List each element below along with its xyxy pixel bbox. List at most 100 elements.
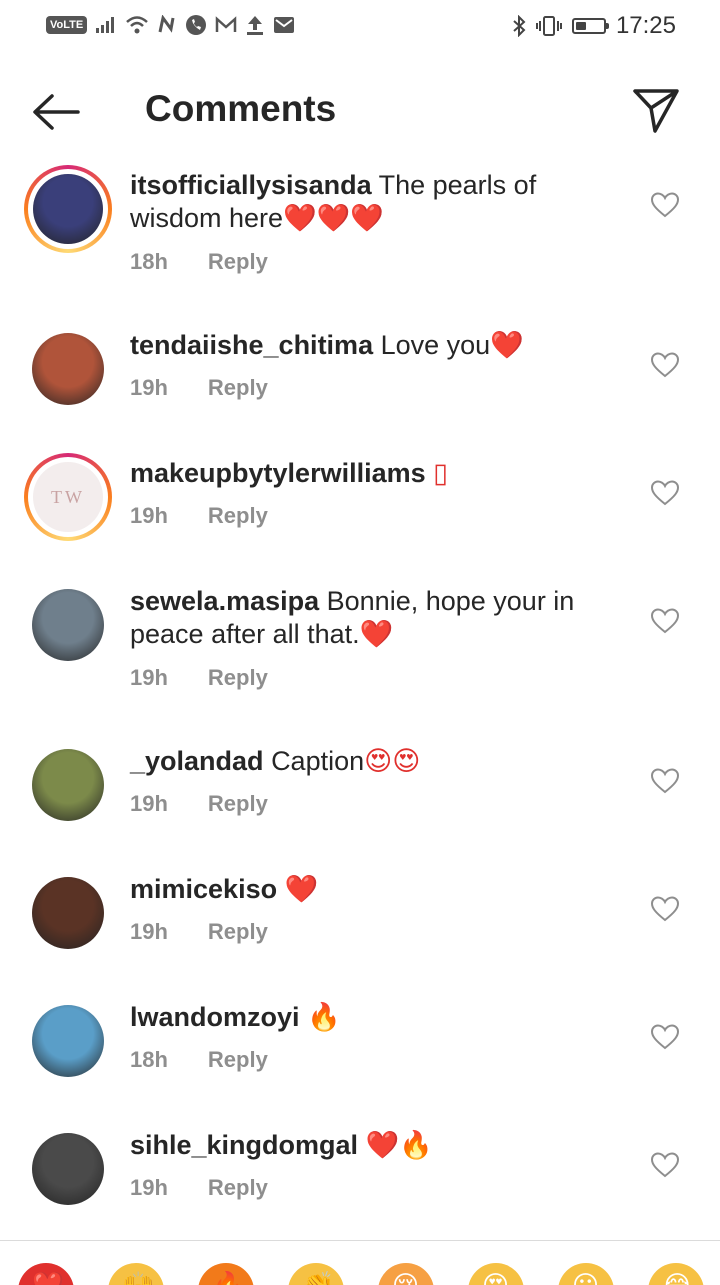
emoji-reaction-button[interactable]: ❤️ <box>18 1263 74 1285</box>
comment-emoji: ❤️ <box>284 874 319 905</box>
clock: 17:25 <box>615 12 676 39</box>
reply-button[interactable]: Reply <box>208 503 268 529</box>
avatar-image <box>32 589 104 661</box>
comment-username[interactable]: mimicekiso <box>130 874 277 904</box>
comment-meta: 18h Reply <box>130 249 268 275</box>
reply-button[interactable]: Reply <box>208 249 268 275</box>
comment-username[interactable]: _yolandad <box>130 746 264 776</box>
comment-emoji: ❤️🔥 <box>365 1130 433 1161</box>
avatar-logo-text: TW <box>51 486 85 507</box>
comment-username[interactable]: makeupbytylerwilliams <box>130 458 426 488</box>
heart-icon[interactable] <box>650 895 680 923</box>
battery-level <box>575 22 586 30</box>
heart-icon[interactable] <box>650 767 680 795</box>
comment-meta: 19h Reply <box>130 503 268 529</box>
bluetooth-icon <box>513 15 526 37</box>
comment-username[interactable]: sihle_kingdomgal <box>130 1130 358 1160</box>
comment-timestamp: 19h <box>130 503 168 528</box>
emoji-reaction-button[interactable]: 🔥 <box>198 1263 254 1285</box>
comment-timestamp: 19h <box>130 791 168 816</box>
comment-username[interactable]: sewela.masipa <box>130 586 319 616</box>
comment-timestamp: 19h <box>130 919 168 944</box>
reply-button[interactable]: Reply <box>208 1047 268 1073</box>
comment-text: makeupbytylerwilliams ▯ <box>130 457 600 490</box>
vibrate-icon <box>535 16 562 36</box>
emoji-reaction-button[interactable]: 👏 <box>288 1263 344 1285</box>
emoji-reaction-button[interactable]: 😮 <box>558 1263 614 1285</box>
reply-button[interactable]: Reply <box>208 665 268 691</box>
comment-text: _yolandad Caption😍😍 <box>130 745 600 778</box>
avatar[interactable] <box>24 165 112 253</box>
comment-emoji: 🔥 <box>307 1002 341 1033</box>
back-arrow-icon[interactable] <box>30 90 82 134</box>
comment-meta: 18h Reply <box>130 1047 268 1073</box>
signal-icon <box>96 17 115 33</box>
emoji-glyph: 👏 <box>302 1271 334 1285</box>
paper-plane-icon[interactable] <box>630 86 682 136</box>
avatar-image <box>32 333 104 405</box>
upload-icon <box>247 16 264 35</box>
status-bar: VoLTE 17:25 <box>0 0 720 54</box>
heart-icon[interactable] <box>650 191 680 219</box>
avatar[interactable] <box>24 581 112 669</box>
heart-icon[interactable] <box>650 1151 680 1179</box>
reply-button[interactable]: Reply <box>208 919 268 945</box>
avatar-image <box>32 1133 104 1205</box>
comment-meta: 19h Reply <box>130 791 268 817</box>
n-icon <box>158 15 175 33</box>
emoji-glyph: 😂 <box>662 1271 692 1285</box>
heart-icon[interactable] <box>650 607 680 635</box>
comment-row: sihle_kingdomgal ❤️🔥 19h Reply <box>0 1125 720 1245</box>
avatar[interactable] <box>24 325 112 413</box>
emoji-glyph: 😍 <box>482 1271 509 1285</box>
comment-timestamp: 18h <box>130 1047 168 1072</box>
emoji-reaction-button[interactable]: 😂 <box>648 1263 704 1285</box>
avatar-image <box>33 174 103 244</box>
comment-meta: 19h Reply <box>130 919 268 945</box>
comment-row: mimicekiso ❤️ 19h Reply <box>0 869 720 989</box>
comment-username[interactable]: itsofficiallysisanda <box>130 170 372 200</box>
comment-text: mimicekiso ❤️ <box>130 873 600 906</box>
comment-row: itsofficiallysisanda The pearls of wisdo… <box>0 165 720 285</box>
avatar[interactable] <box>24 1125 112 1213</box>
wifi-icon <box>126 16 149 34</box>
emoji-reaction-bar: ❤️ 🙌 🔥 👏 😢 😍 😮 😂 <box>0 1240 720 1285</box>
emoji-glyph: 😢 <box>392 1271 419 1285</box>
avatar-image <box>32 749 104 821</box>
comment-row: lwandomzoyi 🔥 18h Reply <box>0 997 720 1117</box>
emoji-glyph: ❤️ <box>32 1271 64 1285</box>
emoji-reaction-button[interactable]: 😢 <box>378 1263 434 1285</box>
comment-row: sewela.masipa Bonnie, hope your in peace… <box>0 581 720 701</box>
heart-icon[interactable] <box>650 1023 680 1051</box>
avatar[interactable]: TW <box>24 453 112 541</box>
comment-emoji: ❤️ <box>359 619 394 650</box>
reply-button[interactable]: Reply <box>208 1175 268 1201</box>
avatar-image <box>32 877 104 949</box>
avatar[interactable] <box>24 869 112 957</box>
emoji-glyph: 🙌 <box>122 1271 154 1285</box>
header: Comments <box>0 72 720 152</box>
comment-username[interactable]: tendaiishe_chitima <box>130 330 373 360</box>
comment-username[interactable]: lwandomzoyi <box>130 1002 300 1032</box>
avatar[interactable] <box>24 741 112 829</box>
comment-emoji: 😍😍 <box>364 746 421 777</box>
comment-emoji: ❤️❤️❤️ <box>283 203 384 234</box>
comment-emoji: ❤️ <box>490 330 524 361</box>
comment-timestamp: 18h <box>130 249 168 274</box>
comment-timestamp: 19h <box>130 1175 168 1200</box>
heart-icon[interactable] <box>650 479 680 507</box>
page-title: Comments <box>145 88 337 129</box>
emoji-reaction-button[interactable]: 🙌 <box>108 1263 164 1285</box>
avatar[interactable] <box>24 997 112 1085</box>
comment-message: Love you <box>380 330 491 360</box>
volte-badge: VoLTE <box>46 16 88 34</box>
heart-icon[interactable] <box>650 351 680 379</box>
emoji-reaction-button[interactable]: 😍 <box>468 1263 524 1285</box>
comment-meta: 19h Reply <box>130 1175 268 1201</box>
avatar-image <box>32 1005 104 1077</box>
avatar-image: TW <box>33 462 103 532</box>
comment-text: itsofficiallysisanda The pearls of wisdo… <box>130 169 600 235</box>
reply-button[interactable]: Reply <box>208 791 268 817</box>
message-icon <box>274 17 295 33</box>
reply-button[interactable]: Reply <box>208 375 268 401</box>
